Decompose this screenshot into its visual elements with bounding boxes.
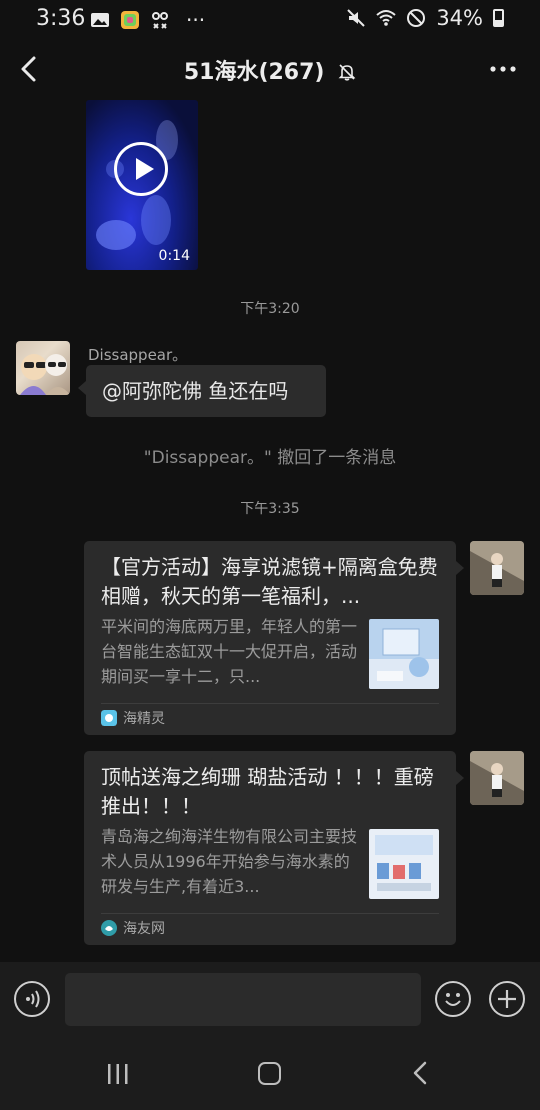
battery-icon xyxy=(493,9,504,27)
status-right: 34% xyxy=(346,6,504,30)
link-card[interactable]: 顶帖送海之绚珊 瑚盐活动 ！！！重磅推出！！！ 青岛海之绚海洋生物有限公司主要技… xyxy=(84,751,464,945)
card-title: 顶帖送海之绚珊 瑚盐活动 ！！！重磅推出！！！ xyxy=(101,765,434,818)
text-message-bubble[interactable]: @阿弥陀佛 鱼还在吗 xyxy=(78,365,326,417)
card-source: 海友网 xyxy=(101,918,165,938)
chat-header: 51海水(267) xyxy=(0,40,540,98)
card-description: 平米间的海底两万里，年轻人的第一台智能生态缸双十一大促开启，活动期间买一享十二，… xyxy=(101,617,358,686)
source-logo-icon xyxy=(101,710,117,726)
card-thumbnail xyxy=(369,829,439,899)
video-duration: 0:14 xyxy=(158,248,190,264)
emoji-icon[interactable] xyxy=(435,981,471,1017)
message-input[interactable] xyxy=(65,973,421,1026)
game-icon xyxy=(152,12,168,29)
video-message[interactable]: 0:14 xyxy=(86,100,198,270)
chat-message-list[interactable]: 0:14 下午3:20 Dissappear。 @阿弥陀佛 鱼还在吗 "Diss… xyxy=(0,98,540,962)
card-title: 【官方活动】海享说滤镜+隔离盒免费相赠，秋天的第一笔福利，... xyxy=(101,555,438,608)
card-thumbnail xyxy=(369,619,439,689)
card-divider xyxy=(101,703,439,704)
home-icon[interactable] xyxy=(258,1062,281,1085)
link-card[interactable]: 【官方活动】海享说滤镜+隔离盒免费相赠，秋天的第一笔福利，... 平米间的海底两… xyxy=(84,541,464,735)
status-notification-icons: ··· xyxy=(90,8,205,32)
muted-bell-icon xyxy=(338,64,356,81)
message-input-bar xyxy=(0,962,540,1034)
battery-percent: 34% xyxy=(436,6,483,30)
card-source: 海精灵 xyxy=(101,708,165,728)
source-logo-icon xyxy=(101,920,117,936)
my-avatar[interactable] xyxy=(470,541,524,595)
card-description: 青岛海之绚海洋生物有限公司主要技术人员从1996年开始参与海水素的研发与生产,有… xyxy=(101,827,358,896)
my-avatar[interactable] xyxy=(470,751,524,805)
system-back-icon[interactable] xyxy=(412,1061,428,1085)
app-icon xyxy=(121,11,139,29)
timestamp: 下午3:20 xyxy=(240,301,300,317)
recall-notice: "Dissappear。" 撤回了一条消息 xyxy=(143,448,397,468)
status-bar: 3:36 ··· 34% xyxy=(0,0,540,40)
card-source-name: 海精灵 xyxy=(123,711,165,727)
card-source-name: 海友网 xyxy=(123,921,165,937)
text-message: @阿弥陀佛 鱼还在吗 xyxy=(102,379,289,403)
status-time: 3:36 xyxy=(36,6,86,31)
status-more-dots: ··· xyxy=(186,8,206,32)
more-options-icon[interactable] xyxy=(488,54,518,84)
do-not-disturb-icon xyxy=(407,9,426,27)
sender-avatar[interactable] xyxy=(16,341,70,395)
chat-title: 51海水(267) xyxy=(0,54,540,86)
sender-name: Dissappear。 xyxy=(88,346,188,364)
card-divider xyxy=(101,913,439,914)
play-icon[interactable] xyxy=(114,142,168,196)
avatar-image xyxy=(470,751,524,805)
recent-apps-icon[interactable] xyxy=(106,1063,130,1085)
avatar-image xyxy=(20,354,70,395)
avatar-image xyxy=(470,541,524,595)
system-navigation-bar xyxy=(0,1034,540,1110)
timestamp: 下午3:35 xyxy=(240,501,300,517)
wifi-icon xyxy=(376,10,396,26)
gallery-icon xyxy=(91,13,109,27)
chat-title-text: 51海水(267) xyxy=(183,60,325,85)
voice-input-icon[interactable] xyxy=(14,981,50,1017)
more-actions-plus-icon[interactable] xyxy=(489,981,525,1017)
mute-icon xyxy=(347,9,366,27)
